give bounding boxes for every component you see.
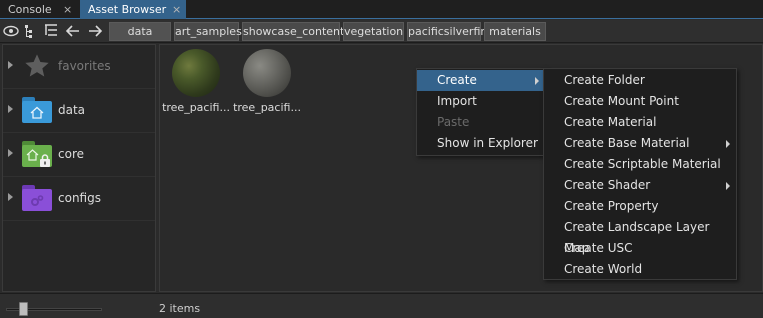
breadcrumb-pacificsilverfir[interactable]: pacificsilverfir [407,22,485,41]
zoom-slider-handle[interactable] [19,302,28,316]
menu-item-create-world[interactable]: Create World [544,259,736,280]
sidebar-item-label: favorites [58,59,111,73]
breadcrumb-showcase-content[interactable]: showcase_content [242,22,344,41]
sidebar-item-label: core [58,147,84,161]
locked-folder-icon [22,141,52,167]
tab-asset-browser[interactable]: Asset Browser × [80,0,186,19]
tree-expand-icon[interactable] [43,23,59,39]
breadcrumb-art-samples[interactable]: art_samples [174,22,242,41]
sidebar-item-data[interactable]: data [3,89,155,133]
menu-item-create-usc[interactable]: Create USC [544,238,736,259]
menu-item-label: Create Mount Point [564,94,679,108]
menu-item-create-scriptable-material[interactable]: Create Scriptable Material [544,154,736,175]
item-count: 2 items [159,302,201,315]
expand-arrow-icon[interactable] [8,149,13,157]
expand-arrow-icon[interactable] [8,61,13,69]
status-bar: 2 items [0,293,763,318]
menu-item-create-base-material[interactable]: Create Base Material [544,133,736,154]
sidebar-item-label: configs [58,191,101,205]
menu-item-label: Create [437,73,477,87]
forward-arrow-icon[interactable] [87,23,103,39]
asset-item[interactable]: tree_pacifi... [161,49,231,115]
menu-item-show-in-explorer[interactable]: Show in Explorer [417,133,544,154]
menu-item-create-landscape-layer-map[interactable]: Create Landscape Layer Map [544,217,736,255]
tab-asset-browser-close-icon[interactable]: × [172,0,181,19]
menu-item-label: Create World [564,262,643,276]
menu-item-label: Create Scriptable Material [564,157,721,171]
menu-item-label: Create Shader [564,178,651,192]
gear-folder-icon [22,185,52,211]
create-submenu: Create Folder Create Mount Point Create … [543,68,737,280]
expand-arrow-icon[interactable] [8,193,13,201]
material-sphere-thumbnail [243,49,291,97]
menu-item-label: Paste [437,115,470,129]
menu-item-create-mount-point[interactable]: Create Mount Point [544,91,736,112]
toolbar: data art_samples showcase_content vegeta… [0,20,763,43]
sidebar-item-core[interactable]: core [3,133,155,177]
menu-item-create-property[interactable]: Create Property [544,196,736,217]
sidebar-item-favorites[interactable]: favorites [3,45,155,89]
back-arrow-icon[interactable] [65,23,81,39]
submenu-arrow-icon [535,77,539,85]
breadcrumb-vegetation[interactable]: vegetation [343,22,404,41]
sidebar-item-configs[interactable]: configs [3,177,155,221]
asset-name: tree_pacifi... [162,101,230,114]
menu-item-label: Create Material [564,115,657,129]
menu-item-create-shader[interactable]: Create Shader [544,175,736,196]
menu-item-import[interactable]: Import [417,91,544,112]
tab-asset-browser-label: Asset Browser [88,3,167,16]
breadcrumb-data[interactable]: data [109,22,171,41]
menu-item-paste[interactable]: Paste [417,112,544,133]
menu-item-create-folder[interactable]: Create Folder [544,70,736,91]
submenu-arrow-icon [726,140,730,148]
star-icon [23,52,51,80]
breadcrumb-materials[interactable]: materials [484,22,546,41]
menu-item-label: Create Property [564,199,659,213]
asset-item[interactable]: tree_pacifi... [232,49,302,115]
tab-console-label: Console [8,3,52,16]
sidebar-item-label: data [58,103,86,117]
home-folder-icon [22,97,52,123]
tab-console-close-icon[interactable]: × [63,0,72,19]
eye-icon[interactable] [3,23,19,39]
menu-item-create[interactable]: Create [417,70,544,91]
menu-item-label: Show in Explorer [437,136,538,150]
tab-bar: Console × Asset Browser × [0,0,763,19]
menu-item-create-material[interactable]: Create Material [544,112,736,133]
material-sphere-thumbnail [172,49,220,97]
tree-list-icon[interactable] [23,23,39,39]
tab-console[interactable]: Console × [0,0,80,19]
menu-item-label: Import [437,94,477,108]
asset-name: tree_pacifi... [233,101,301,114]
context-menu: Create Import Paste Show in Explorer [416,68,545,156]
expand-arrow-icon[interactable] [8,105,13,113]
submenu-arrow-icon [726,182,730,190]
sidebar: favorites data core configs [2,44,156,292]
menu-item-label: Create USC [564,241,633,255]
menu-item-label: Create Folder [564,73,645,87]
menu-item-label: Create Base Material [564,136,690,150]
